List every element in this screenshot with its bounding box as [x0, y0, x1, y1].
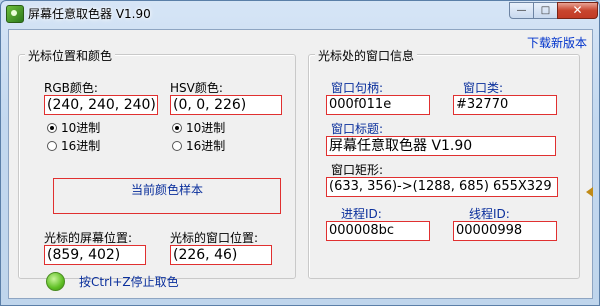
screen-pos-label: 光标的屏幕位置:: [44, 231, 133, 245]
thread-id-field[interactable]: 00000998: [453, 221, 557, 241]
window-info-group: 光标处的窗口信息 窗口句柄: 000f011e 窗口类: #32770 窗口标题…: [308, 47, 580, 279]
hsv-radio-decimal[interactable]: 10进制: [172, 119, 225, 136]
title-bar[interactable]: 屏幕任意取色器 V1.90 — □ ✕: [1, 1, 599, 25]
class-field[interactable]: #32770: [453, 95, 557, 115]
rect-label: 窗口矩形:: [331, 163, 384, 177]
handle-label: 窗口句柄:: [331, 81, 384, 95]
collapse-arrow-icon[interactable]: [586, 187, 593, 197]
hsv-radio-hex[interactable]: 16进制: [172, 137, 225, 154]
cursor-group-title: 光标位置和颜色: [25, 47, 116, 64]
radio-checked-icon: [47, 123, 57, 133]
maximize-button[interactable]: □: [533, 2, 558, 19]
hsv-radio-decimal-label: 10进制: [186, 121, 226, 135]
color-sample-box: 当前颜色样本: [53, 178, 281, 214]
hsv-value-field[interactable]: (0, 0, 226): [170, 95, 282, 115]
app-icon: [6, 5, 24, 23]
status-indicator-icon: [46, 272, 65, 291]
rect-field[interactable]: (633, 356)->(1288, 685) 655X329: [326, 177, 558, 197]
minimize-button[interactable]: —: [509, 2, 534, 19]
hsv-radio-hex-label: 16进制: [186, 139, 226, 153]
window-title: 屏幕任意取色器 V1.90: [28, 7, 151, 21]
rgb-radio-decimal-label: 10进制: [61, 121, 101, 135]
cursor-info-group: 光标位置和颜色 RGB颜色: (240, 240, 240) 10进制 16进制…: [18, 47, 296, 279]
title-field[interactable]: 屏幕任意取色器 V1.90: [326, 136, 556, 156]
radio-unchecked-icon: [47, 141, 57, 151]
process-id-field[interactable]: 000008bc: [326, 221, 430, 241]
thread-id-label: 线程ID:: [469, 207, 510, 221]
class-label: 窗口类:: [463, 81, 504, 95]
window-pos-label: 光标的窗口位置:: [170, 231, 259, 245]
rgb-radio-hex-label: 16进制: [61, 139, 101, 153]
window-group-title: 光标处的窗口信息: [315, 47, 418, 64]
radio-unchecked-icon: [172, 141, 182, 151]
screen-pos-field[interactable]: (859, 402): [44, 245, 146, 265]
window-pos-field[interactable]: (226, 46): [170, 245, 272, 265]
download-link[interactable]: 下载新版本: [527, 34, 587, 51]
radio-checked-icon: [172, 123, 182, 133]
title-label: 窗口标题:: [331, 122, 384, 136]
rgb-radio-hex[interactable]: 16进制: [47, 137, 100, 154]
rgb-label: RGB颜色:: [44, 81, 98, 95]
handle-field[interactable]: 000f011e: [326, 95, 430, 115]
process-id-label: 进程ID:: [341, 207, 382, 221]
client-area: 下载新版本 光标位置和颜色 RGB颜色: (240, 240, 240) 10进…: [8, 29, 593, 299]
app-window: 屏幕任意取色器 V1.90 — □ ✕ 下载新版本 光标位置和颜色 RGB颜色:…: [0, 0, 600, 306]
hotkey-hint: 按Ctrl+Z停止取色: [79, 275, 179, 289]
rgb-radio-decimal[interactable]: 10进制: [47, 119, 100, 136]
rgb-value-field[interactable]: (240, 240, 240): [44, 95, 158, 115]
hsv-label: HSV颜色:: [170, 81, 223, 95]
close-button[interactable]: ✕: [557, 2, 598, 19]
